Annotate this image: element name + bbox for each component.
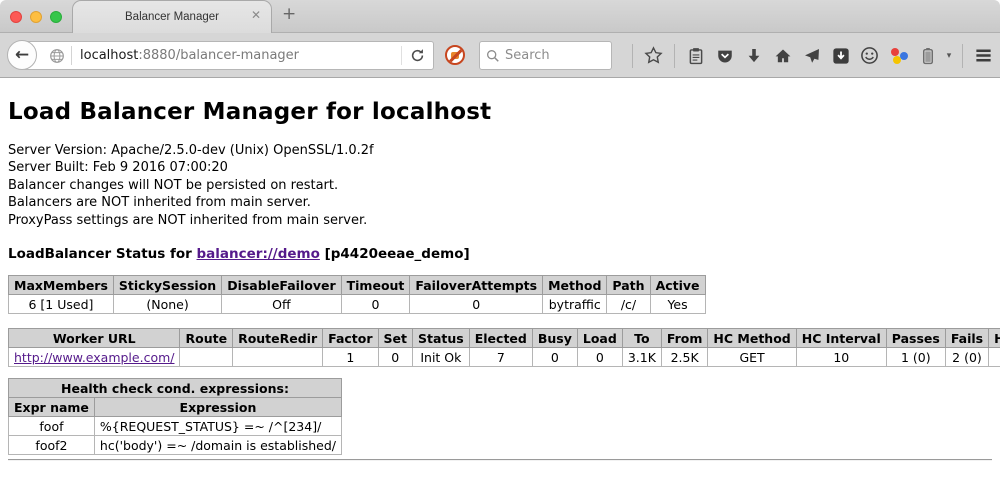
table-row: foof %{REQUEST_STATUS} =~ /^[234]/ xyxy=(9,417,342,436)
home-icon[interactable] xyxy=(768,33,797,78)
reload-button[interactable] xyxy=(401,46,433,65)
smiley-icon[interactable] xyxy=(855,33,884,78)
window-controls xyxy=(10,11,62,23)
search-bar[interactable] xyxy=(479,41,612,70)
page-title: Load Balancer Manager for localhost xyxy=(8,78,992,125)
loadbalancer-status-heading: LoadBalancer Status for balancer://demo … xyxy=(8,246,992,262)
send-plane-icon[interactable] xyxy=(797,33,826,78)
table-row: 6 [1 Used] (None) Off 0 0 bytraffic /c/ … xyxy=(9,295,706,314)
search-input[interactable] xyxy=(505,48,595,63)
worker-url-link[interactable]: http://www.example.com/ xyxy=(14,350,174,365)
clipboard-icon[interactable] xyxy=(681,33,710,78)
download-arrow-icon[interactable] xyxy=(739,33,768,78)
server-built-line: Server Built: Feb 9 2016 07:00:20 xyxy=(8,159,992,176)
tab-title: Balancer Manager xyxy=(125,11,219,23)
table-row: http://www.example.com/ 1 0 Init Ok 7 0 … xyxy=(9,348,1000,367)
url-text[interactable]: localhost:8880/balancer-manager xyxy=(80,48,401,63)
zoom-window-button[interactable] xyxy=(50,11,62,23)
health-check-table: Health check cond. expressions: Expr nam… xyxy=(8,378,342,455)
tab-bar: Balancer Manager ✕ + xyxy=(0,0,1000,33)
menu-hamburger-icon[interactable] xyxy=(969,33,998,78)
table-header-row: Worker URL Route RouteRedir Factor Set S… xyxy=(9,329,1000,348)
browser-window: Balancer Manager ✕ + ← localhost:8880/ba… xyxy=(0,0,1000,491)
globe-icon xyxy=(49,48,65,64)
dropdown-caret-icon[interactable]: ▾ xyxy=(942,33,956,78)
search-icon xyxy=(486,49,500,63)
balancer-summary-table: MaxMembers StickySession DisableFailover… xyxy=(8,275,706,314)
server-version-line: Server Version: Apache/2.5.0-dev (Unix) … xyxy=(8,142,992,159)
server-info: Server Version: Apache/2.5.0-dev (Unix) … xyxy=(8,142,992,229)
pocket-icon[interactable] xyxy=(710,33,739,78)
bookmark-star-icon[interactable] xyxy=(639,33,668,78)
plugin-block-icon[interactable] xyxy=(445,45,465,65)
table-row: foof2 hc('body') =~ /domain is establish… xyxy=(9,436,342,455)
table-title-row: Health check cond. expressions: xyxy=(9,379,342,398)
page-content: Load Balancer Manager for localhost Serv… xyxy=(0,78,1000,491)
battery-icon[interactable] xyxy=(913,33,942,78)
urlbar-separator xyxy=(71,46,72,65)
close-window-button[interactable] xyxy=(10,11,22,23)
health-table-title: Health check cond. expressions: xyxy=(9,379,342,398)
url-path: :8880/balancer-manager xyxy=(138,48,299,63)
new-tab-button[interactable]: + xyxy=(282,6,296,23)
back-button[interactable]: ← xyxy=(7,40,37,70)
tab-balancer-manager[interactable]: Balancer Manager ✕ xyxy=(72,0,272,33)
persist-note-line: Balancer changes will NOT be persisted o… xyxy=(8,177,992,194)
table-header-row: MaxMembers StickySession DisableFailover… xyxy=(9,276,706,295)
tab-close-icon[interactable]: ✕ xyxy=(251,9,261,21)
minimize-window-button[interactable] xyxy=(30,11,42,23)
inherit-note-line: Balancers are NOT inherited from main se… xyxy=(8,194,992,211)
url-bar[interactable]: localhost:8880/balancer-manager xyxy=(22,41,434,70)
navigation-toolbar: ← localhost:8880/balancer-manager xyxy=(0,33,1000,78)
square-download-icon[interactable] xyxy=(826,33,855,78)
balancer-demo-link[interactable]: balancer://demo xyxy=(197,246,320,262)
table-header-row: Expr name Expression xyxy=(9,398,342,417)
url-host: localhost xyxy=(80,48,138,63)
bottom-divider xyxy=(8,459,992,461)
color-dots-icon[interactable] xyxy=(884,33,913,78)
proxypass-note-line: ProxyPass settings are NOT inherited fro… xyxy=(8,212,992,229)
toolbar-icon-row: ▾ xyxy=(626,33,1000,78)
worker-table: Worker URL Route RouteRedir Factor Set S… xyxy=(8,328,1000,367)
